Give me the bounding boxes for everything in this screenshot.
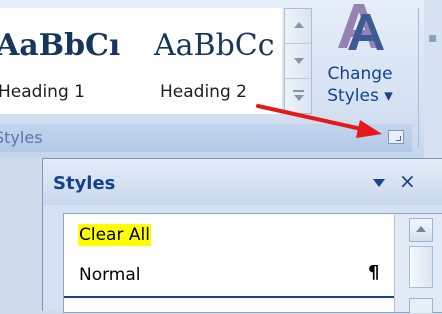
paragraph-style-icon: ¶ [368, 262, 380, 283]
pane-title: Styles [53, 173, 116, 194]
selected-list-item[interactable] [64, 296, 394, 314]
styles-pane: Styles × Clear All Normal ¶ [42, 158, 442, 313]
list-scrollbar[interactable] [394, 214, 442, 313]
styles-list: Clear All Normal ¶ [63, 213, 442, 313]
list-item-label: Clear All [78, 224, 151, 246]
list-item-clear-all[interactable]: Clear All [64, 218, 392, 254]
list-item-label: Normal [79, 265, 141, 285]
scroll-up-button[interactable] [409, 218, 433, 242]
close-icon[interactable]: × [399, 169, 416, 193]
scroll-thumb[interactable] [409, 246, 433, 288]
pane-header: Styles × [43, 159, 442, 205]
pane-menu-icon[interactable] [373, 179, 385, 187]
chevron-up-icon [416, 226, 426, 232]
list-item-normal[interactable]: Normal ¶ [64, 258, 392, 294]
scroll-down-button[interactable] [409, 298, 433, 313]
